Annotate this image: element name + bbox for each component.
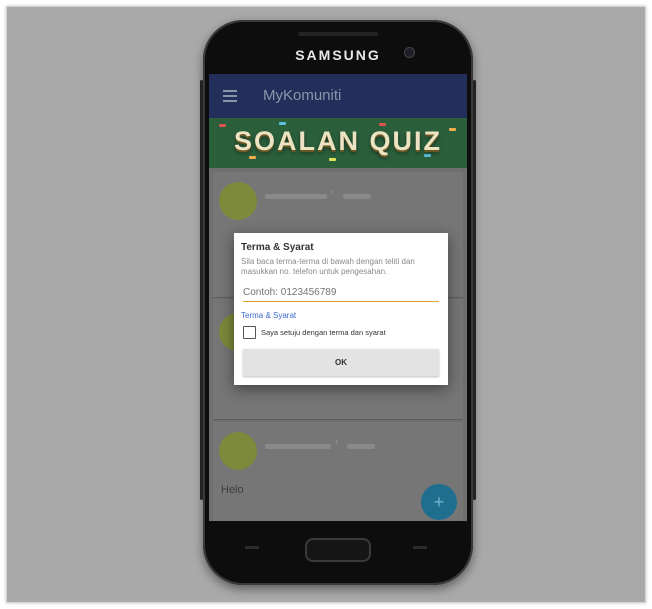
group-name[interactable] [343,194,371,199]
ok-button[interactable]: OK [243,349,439,376]
recent-apps-key[interactable] [245,546,259,549]
home-button[interactable] [305,538,371,562]
app-title: MyKomuniti [263,87,342,104]
avatar[interactable] [219,432,257,470]
chevron-right-icon: › [335,436,338,446]
back-key[interactable] [413,546,427,549]
author-name[interactable] [265,444,331,449]
front-camera [404,47,415,58]
terms-dialog: Terma & Syarat Sila baca terma-terma di … [234,233,448,385]
dialog-title: Terma & Syarat [241,242,314,253]
agree-checkbox[interactable] [243,326,256,339]
hamburger-menu-icon[interactable] [223,90,237,102]
group-name[interactable] [347,444,375,449]
post-text: Helo [221,484,244,496]
author-name[interactable] [265,194,327,199]
add-icon: + [433,492,445,512]
phone-side-edge-left [200,80,203,500]
screenshot-frame: SAMSUNG MyKomuniti SOALAN QUIZ › › Helo … [6,6,646,603]
phone-speaker [298,32,378,36]
phone-brand-logo: SAMSUNG [295,47,381,63]
app-bar: MyKomuniti [209,74,467,118]
banner-title: SOALAN QUIZ [234,126,442,156]
agree-checkbox-label[interactable]: Saya setuju dengan terma dan syarat [261,328,386,337]
chevron-right-icon: › [331,186,334,196]
terms-link[interactable]: Terma & Syarat [241,311,296,320]
quiz-banner[interactable]: SOALAN QUIZ [209,118,467,168]
avatar[interactable] [219,182,257,220]
dialog-message: Sila baca terma-terma di bawah dengan te… [241,257,415,276]
phone-number-input[interactable] [243,284,439,302]
add-post-button[interactable]: + [421,484,457,520]
phone-side-edge-right [473,80,476,500]
